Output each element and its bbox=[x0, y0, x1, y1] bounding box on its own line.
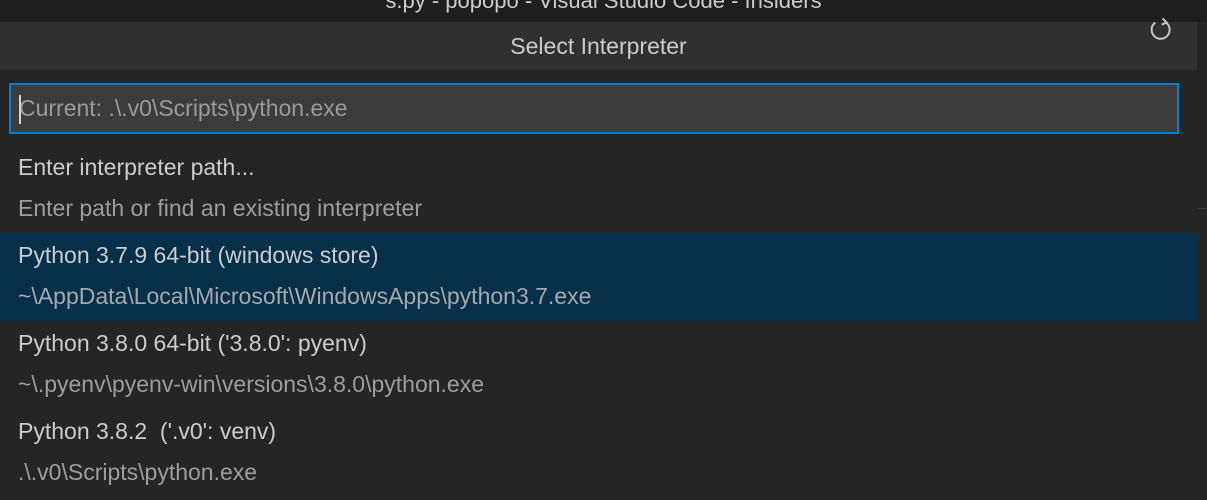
item-label: Python 3.7.9 64-bit (windows store) bbox=[18, 242, 379, 268]
item-detail: Enter path or find an existing interpret… bbox=[18, 195, 423, 221]
quick-pick-widget: Select Interpreter Enter interpreter pat… bbox=[0, 17, 1197, 500]
item-label: Python 3.8.2 ('.v0': venv) bbox=[18, 418, 277, 444]
editor-background bbox=[1197, 22, 1207, 500]
interpreter-search-box[interactable] bbox=[9, 83, 1179, 134]
list-item-python-3-7-9[interactable]: Python 3.7.9 64-bit (windows store) ~\Ap… bbox=[0, 233, 1197, 321]
interpreter-list: Enter interpreter path... Enter path or … bbox=[0, 145, 1197, 497]
window-title: s.py - popopo - Visual Studio Code - Ins… bbox=[385, 0, 822, 13]
quick-pick-title: Select Interpreter bbox=[510, 33, 687, 59]
item-label: Enter interpreter path... bbox=[18, 154, 255, 180]
item-detail: .\.v0\Scripts\python.exe bbox=[18, 459, 258, 485]
window-titlebar: s.py - popopo - Visual Studio Code - Ins… bbox=[0, 0, 1207, 22]
list-item-python-3-8-0[interactable]: Python 3.8.0 64-bit ('3.8.0': pyenv) ~\.… bbox=[0, 321, 1197, 409]
interpreter-search-input[interactable] bbox=[11, 85, 1177, 132]
list-item-enter-path[interactable]: Enter interpreter path... Enter path or … bbox=[0, 145, 1197, 233]
editor-divider bbox=[1197, 208, 1207, 233]
item-detail: ~\.pyenv\pyenv-win\versions\3.8.0\python… bbox=[18, 371, 485, 397]
item-label: Python 3.8.0 64-bit ('3.8.0': pyenv) bbox=[18, 330, 367, 356]
item-detail: ~\AppData\Local\Microsoft\WindowsApps\py… bbox=[18, 283, 592, 309]
refresh-icon[interactable] bbox=[1146, 14, 1176, 44]
list-item-python-3-8-2[interactable]: Python 3.8.2 ('.v0': venv) .\.v0\Scripts… bbox=[0, 409, 1197, 497]
quick-pick-header: Select Interpreter bbox=[0, 17, 1197, 70]
